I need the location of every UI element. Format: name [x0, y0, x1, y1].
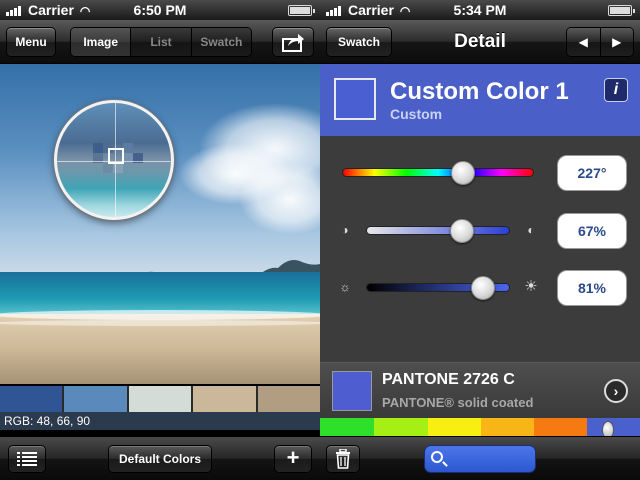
pantone-name: PANTONE 2726 C: [382, 371, 515, 388]
pantone-match-row[interactable]: PANTONE 2726 C PANTONE® solid coated ›: [320, 362, 640, 418]
saturation-value-field[interactable]: 67%: [557, 213, 627, 249]
hue-value-field[interactable]: 227°: [557, 155, 627, 191]
menu-button[interactable]: Menu: [6, 27, 56, 57]
pencil-icon: i: [613, 81, 619, 98]
palette-swatch[interactable]: [193, 386, 256, 412]
search-field[interactable]: [424, 445, 536, 473]
color-type: Custom: [390, 106, 443, 122]
edit-button[interactable]: i: [604, 78, 628, 102]
low-saturation-icon: ◑: [341, 223, 349, 237]
pantone-swatch: [332, 371, 372, 411]
beach-photo[interactable]: [0, 64, 320, 384]
saturation-slider-knob[interactable]: [450, 219, 475, 243]
color-header: Custom Color 1 Custom i: [320, 64, 640, 136]
status-bar: Carrier ◠ 6:50 PM: [0, 0, 320, 20]
chevron-right-icon: ›: [613, 383, 619, 399]
color-detail-screen: Carrier ◠ 5:34 PM Detail Swatch ◀ ▶ Custo…: [320, 0, 640, 480]
hue-slider-track[interactable]: [342, 168, 534, 177]
list-button[interactable]: [8, 445, 46, 473]
strip-segment: [534, 418, 587, 436]
default-colors-button[interactable]: Default Colors: [108, 445, 212, 473]
status-time: 5:34 PM: [453, 2, 507, 18]
image-nav-bar: Menu Image List Swatch: [0, 20, 320, 64]
previous-button[interactable]: ◀: [567, 28, 601, 56]
low-brightness-icon: ☼: [339, 280, 351, 294]
saturation-slider-row: ◑ ◐ 67%: [320, 210, 640, 250]
triangle-left-icon: ◀: [578, 35, 588, 49]
add-button[interactable]: +: [274, 445, 312, 473]
back-button[interactable]: Swatch: [326, 27, 392, 57]
segment-list[interactable]: List: [130, 28, 191, 56]
segment-image[interactable]: Image: [71, 28, 131, 56]
next-button[interactable]: ▶: [600, 28, 633, 56]
view-mode-segmented-control: Image List Swatch: [70, 27, 252, 57]
list-icon: [17, 452, 37, 466]
delete-button[interactable]: [326, 445, 360, 473]
palette-swatch[interactable]: [0, 386, 63, 412]
pantone-subtitle: PANTONE® solid coated: [382, 395, 534, 410]
share-icon: [282, 34, 304, 52]
magnifier-loupe[interactable]: [54, 100, 174, 220]
strip-segment: [374, 418, 428, 436]
strip-segment: [481, 418, 534, 436]
detail-toolbar: [320, 436, 640, 480]
trash-icon: [336, 448, 350, 469]
high-saturation-icon: ◐: [527, 223, 535, 237]
image-toolbar: Default Colors +: [0, 436, 320, 480]
plus-icon: +: [286, 445, 300, 470]
palette-swatch[interactable]: [64, 386, 127, 412]
pantone-color-strip[interactable]: [320, 418, 640, 439]
palette-swatches: [0, 386, 320, 412]
brightness-value-field[interactable]: 81%: [557, 270, 627, 306]
pantone-detail-button[interactable]: ›: [604, 379, 628, 403]
share-button[interactable]: [272, 27, 314, 57]
high-brightness-icon: ☀: [524, 278, 538, 295]
search-icon: [431, 451, 443, 463]
brightness-slider-row: ☼ ☀ 81%: [320, 267, 640, 307]
status-bar: Carrier ◠ 5:34 PM: [320, 0, 640, 20]
strip-segment: [428, 418, 481, 436]
battery-icon: [608, 5, 635, 16]
palette-swatch[interactable]: [257, 386, 320, 412]
color-name[interactable]: Custom Color 1: [390, 78, 569, 106]
detail-nav-bar: Detail Swatch ◀ ▶: [320, 20, 640, 64]
triangle-right-icon: ▶: [612, 35, 622, 49]
segment-swatch[interactable]: Swatch: [190, 28, 251, 56]
saturation-slider-track[interactable]: [366, 226, 510, 235]
color-preview-swatch: [334, 78, 376, 120]
hue-slider-knob[interactable]: [450, 161, 475, 185]
palette-swatch[interactable]: [128, 386, 192, 412]
sample-target: [108, 148, 124, 164]
strip-segment: [320, 418, 374, 436]
image-picker-screen: Carrier◠ 6:50 PM Menu Image List Swatch: [0, 0, 320, 480]
status-time: 6:50 PM: [133, 2, 187, 18]
hue-slider-row: 227°: [320, 152, 640, 192]
battery-icon: [288, 5, 315, 16]
rgb-readout: RGB: 48, 66, 90: [0, 412, 320, 430]
brightness-slider-knob[interactable]: [470, 276, 495, 300]
prev-next-control: ◀ ▶: [566, 27, 634, 57]
